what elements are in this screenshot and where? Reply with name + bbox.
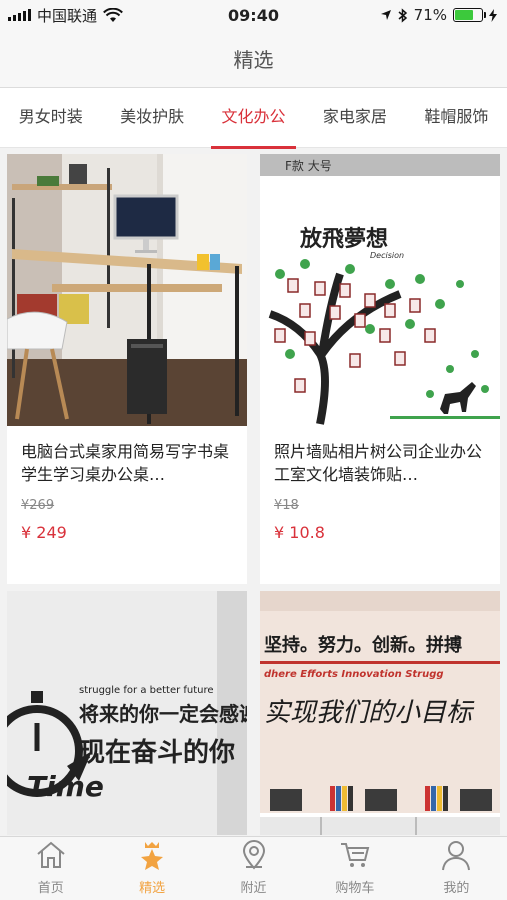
tabbar-me[interactable]: 我的 xyxy=(406,837,507,900)
tabbar-nearby[interactable]: 附近 xyxy=(203,837,304,900)
tab-fashion[interactable]: 男女时装 xyxy=(0,88,101,148)
product-image-desk[interactable] xyxy=(7,154,247,426)
product-image-photo-tree[interactable]: F款 大号 放飛夢想 Decision xyxy=(260,154,500,426)
cart-icon xyxy=(340,843,370,867)
location-arrow-icon xyxy=(380,10,391,20)
product-card[interactable]: 坚持。努力。创新。拼搏 dhere Efforts Innovation Str… xyxy=(260,591,500,835)
product-card[interactable]: F款 大号 放飛夢想 Decision 照片墙贴相片树公司企业办公工室文化墙装饰… xyxy=(260,154,500,584)
product-card[interactable]: struggle for a better future 将来的你一定会感谢 现… xyxy=(7,591,247,835)
image-sub: Decision xyxy=(370,251,404,260)
battery-percent: 71% xyxy=(413,6,447,24)
product-price: ¥ 249 xyxy=(21,523,67,542)
tabbar-home-label: 首页 xyxy=(37,881,64,896)
tab-shoes-hats[interactable]: 鞋帽服饰 xyxy=(406,88,507,148)
product-original-price: ¥18 xyxy=(274,498,299,513)
image-line-3: 实现我们的小目标 xyxy=(264,698,475,728)
bottom-tab-bar: 首页 精选 附近 购物车 我的 xyxy=(0,836,507,900)
charging-icon xyxy=(489,8,497,22)
page-title: 精选 xyxy=(233,48,274,72)
tab-office[interactable]: 文化办公 xyxy=(203,88,304,149)
product-name[interactable]: 电脑台式桌家用简易写字书桌学生学习桌办公桌… xyxy=(21,440,233,486)
image-line-3: 现在奋斗的你 xyxy=(79,737,235,768)
product-original-price: ¥269 xyxy=(21,498,55,513)
signal-icon xyxy=(8,9,31,21)
star-crown-icon xyxy=(141,842,164,870)
product-image-wall-decal-office[interactable]: 坚持。努力。创新。拼搏 dhere Efforts Innovation Str… xyxy=(260,591,500,835)
image-line-1: 坚持。努力。创新。拼搏 xyxy=(264,634,462,656)
tabbar-featured-label: 精选 xyxy=(139,881,166,896)
category-tabs: 男女时装 美妆护肤 文化办公 家电家居 鞋帽服饰 xyxy=(0,88,507,149)
tabbar-featured[interactable]: 精选 xyxy=(101,837,202,900)
status-time: 09:40 xyxy=(228,5,279,25)
image-line-2: 将来的你一定会感谢 xyxy=(79,702,247,726)
status-left: 中国联通 xyxy=(0,5,190,26)
status-right: 71% xyxy=(317,6,507,24)
image-top-label: F款 大号 xyxy=(285,159,332,173)
location-pin-icon xyxy=(242,840,265,870)
image-line-2: dhere Efforts Innovation Strugg xyxy=(264,669,444,680)
bluetooth-icon xyxy=(398,7,407,23)
tabbar-nearby-label: 附近 xyxy=(240,881,267,896)
tabbar-home[interactable]: 首页 xyxy=(0,837,101,900)
user-icon xyxy=(442,841,471,871)
battery-fill xyxy=(455,10,474,20)
tabbar-me-label: 我的 xyxy=(443,881,470,896)
product-image-wall-decal-time[interactable]: struggle for a better future 将来的你一定会感谢 现… xyxy=(7,591,247,835)
nav-bar: 精选 xyxy=(0,30,507,88)
home-icon xyxy=(37,841,65,868)
carrier-label: 中国联通 xyxy=(37,6,98,25)
tab-beauty[interactable]: 美妆护肤 xyxy=(101,88,202,148)
image-line-1: struggle for a better future xyxy=(79,685,214,696)
product-price: ¥ 10.8 xyxy=(274,523,325,542)
tabbar-cart-label: 购物车 xyxy=(335,881,375,896)
wifi-icon xyxy=(103,7,123,22)
tab-home-appliance[interactable]: 家电家居 xyxy=(304,88,405,148)
product-grid: 电脑台式桌家用简易写字书桌学生学习桌办公桌… ¥269 ¥ 249 F款 大号 … xyxy=(0,150,507,835)
image-heading: 放飛夢想 xyxy=(299,226,388,252)
product-name[interactable]: 照片墙贴相片树公司企业办公工室文化墙装饰贴… xyxy=(274,440,486,486)
product-card[interactable]: 电脑台式桌家用简易写字书桌学生学习桌办公桌… ¥269 ¥ 249 xyxy=(7,154,247,584)
tabbar-cart[interactable]: 购物车 xyxy=(304,837,405,900)
status-bar: 中国联通 09:40 71% xyxy=(0,0,507,30)
battery-icon xyxy=(453,8,486,22)
image-line-4: Time xyxy=(27,770,104,803)
